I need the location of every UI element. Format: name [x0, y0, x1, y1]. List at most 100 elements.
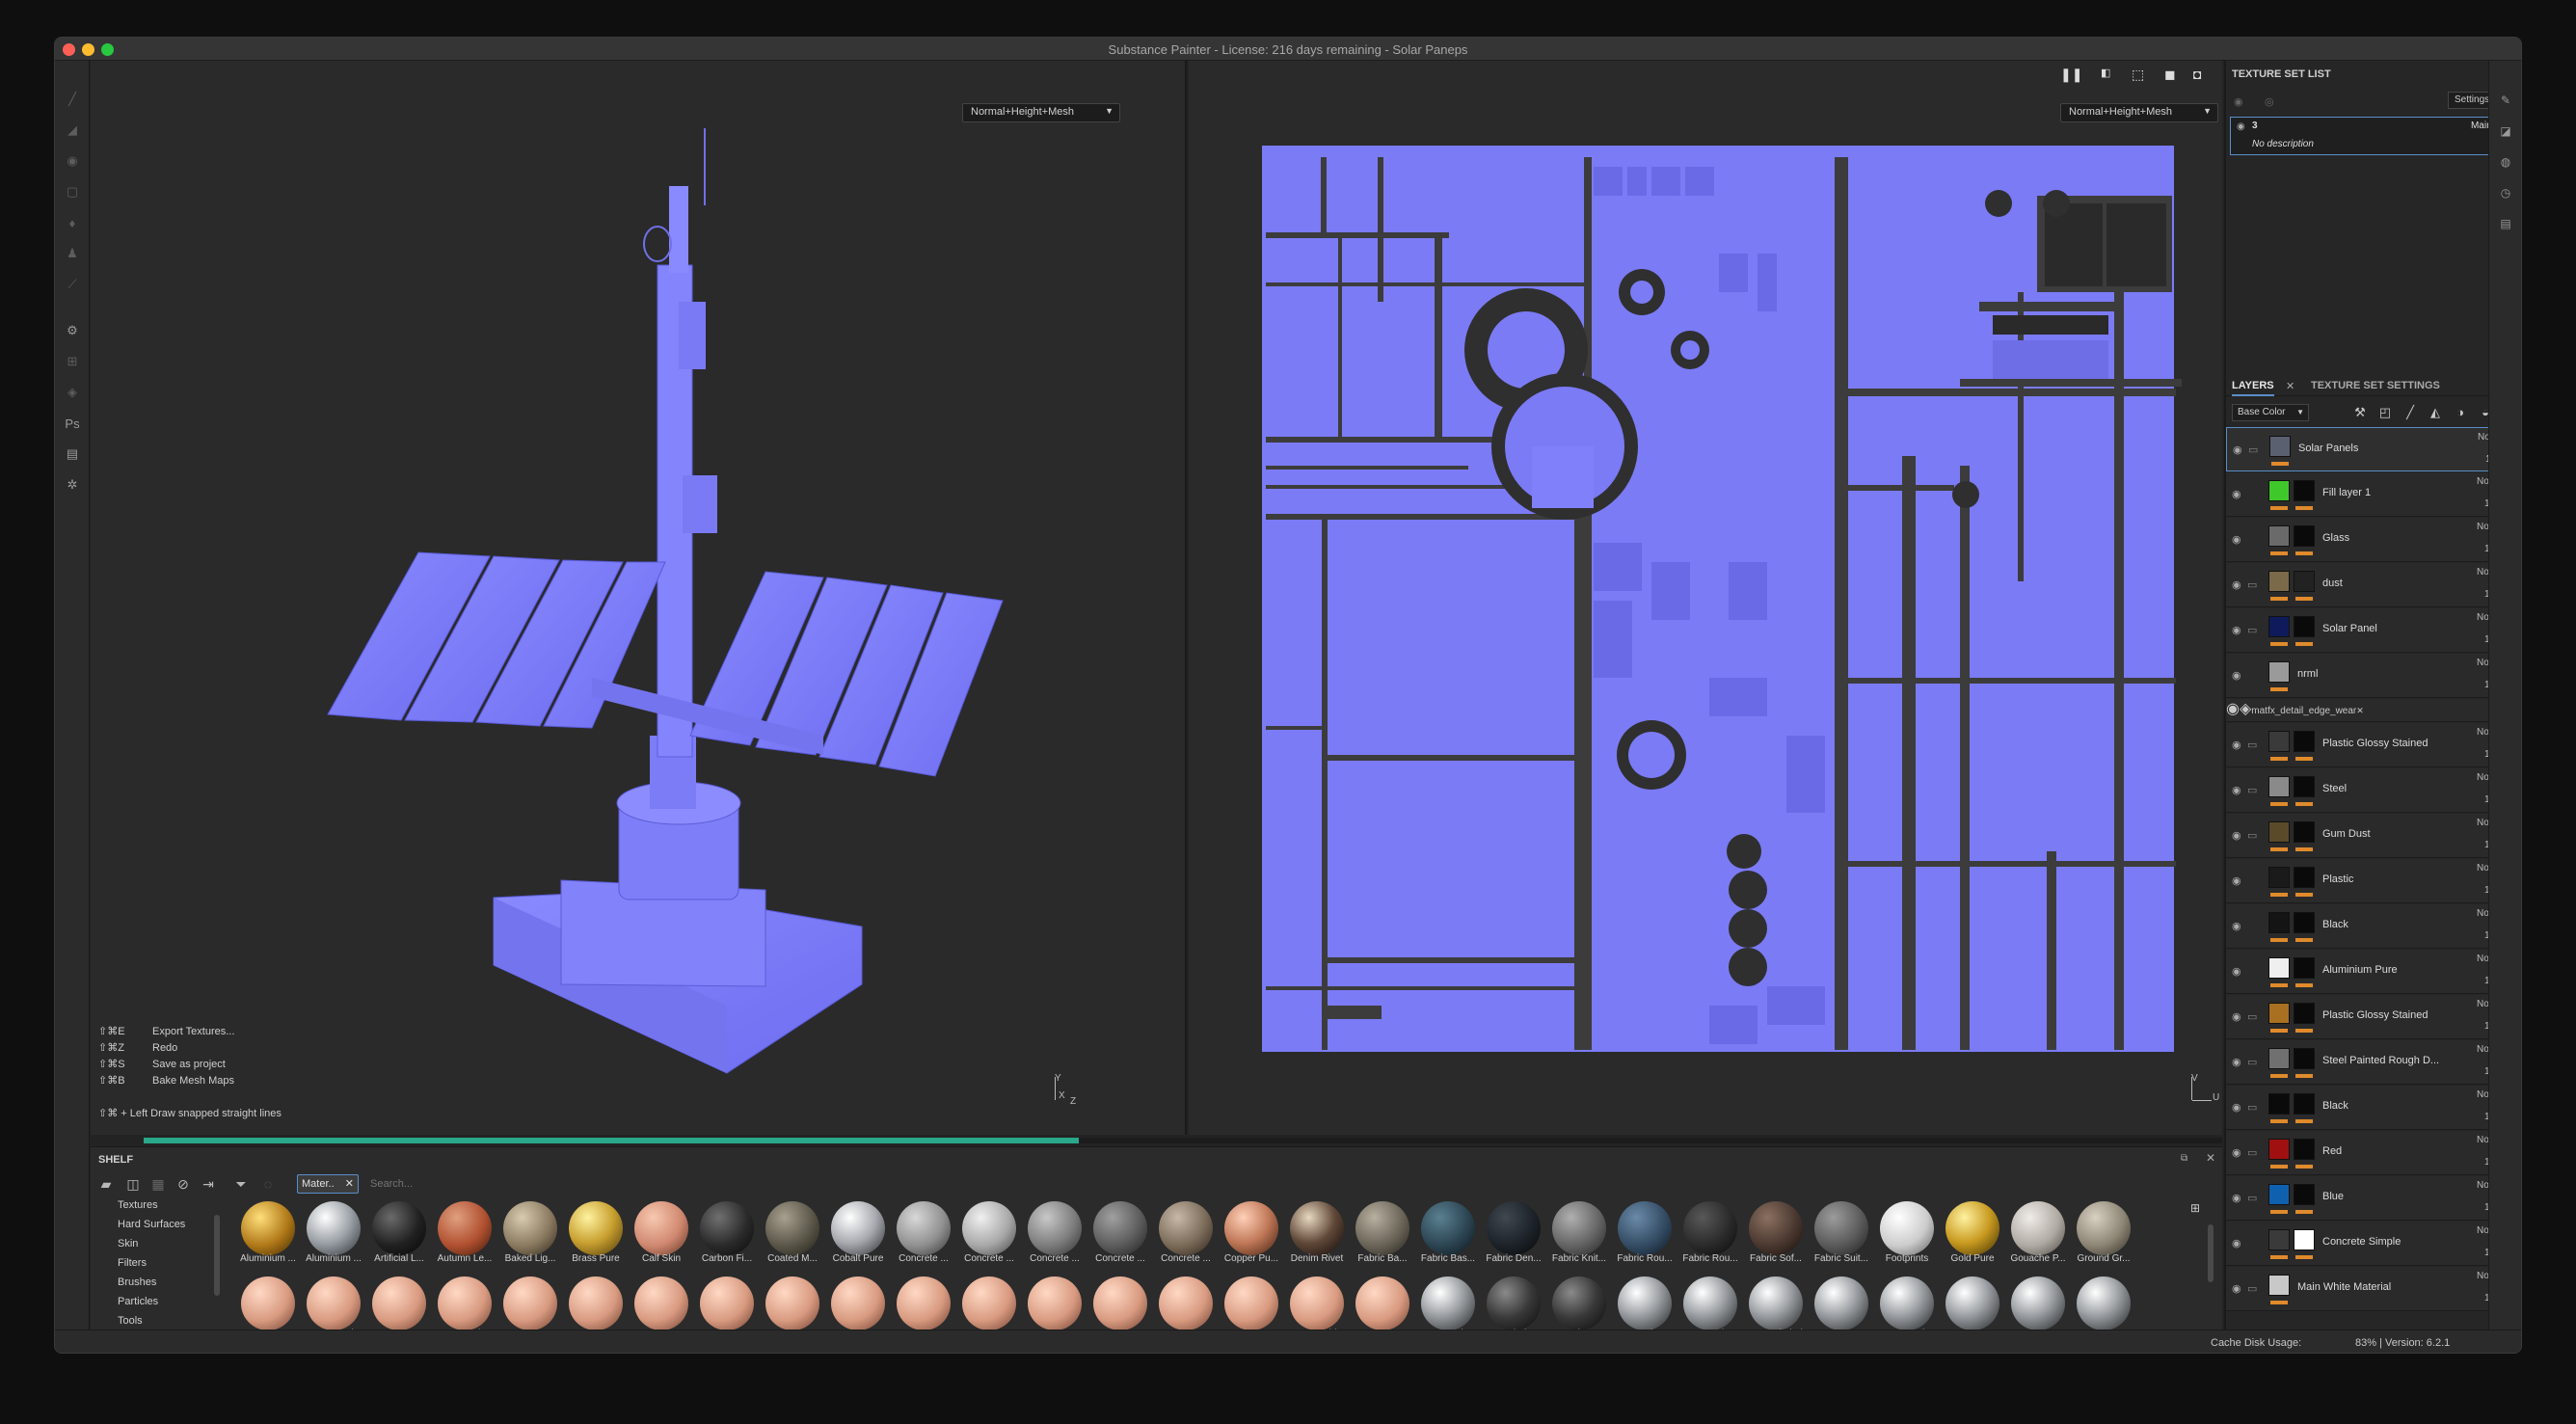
delete-icon[interactable]: 🗑 [2521, 404, 2522, 421]
float-panel-icon[interactable]: ⧉ [2181, 1153, 2187, 1164]
shelf-search-input[interactable] [364, 1174, 2196, 1194]
texture-set-item[interactable]: ◉ 3 Main shader No description [2230, 117, 2521, 155]
layer-row[interactable]: ◉▭BlueNorm▼100▼ [2226, 1176, 2521, 1221]
viewport-2d[interactable]: ❚❚ ◧ ⬚ ◼ ◘ Normal+Height+Mesh ▼ V U [1189, 61, 2222, 1135]
clone-icon[interactable]: ♟ [63, 244, 82, 263]
material-picker-icon[interactable]: ◈ [63, 383, 82, 402]
tab-texture-set-settings[interactable]: TEXTURE SET SETTINGS [2311, 380, 2440, 391]
layer-row[interactable]: ◉Concrete SimpleNorm▼100▼ [2226, 1222, 2521, 1266]
photoshop-icon[interactable]: Ps [63, 414, 82, 433]
bake-settings-icon[interactable]: ⚙ [63, 321, 82, 340]
close-icon[interactable]: ✕ [2206, 1151, 2215, 1165]
material-tile[interactable]: Fabric Sof... [1743, 1201, 1809, 1265]
category-item[interactable]: Filters [94, 1255, 216, 1273]
material-tile[interactable]: Copper Pu... [1219, 1201, 1284, 1265]
category-item[interactable]: Skin [94, 1236, 216, 1253]
eye-icon[interactable]: ◉ [2232, 920, 2241, 932]
material-tile[interactable]: Concrete ... [1153, 1201, 1219, 1265]
add-fill-layer-icon[interactable]: ◭ [2427, 404, 2444, 421]
material-tile[interactable]: Concrete ... [1022, 1201, 1087, 1265]
folder-icon[interactable]: ▰ [96, 1174, 116, 1194]
material-tile[interactable]: Autumn Le... [432, 1201, 497, 1265]
display-settings-icon[interactable]: ◪ [2497, 122, 2514, 140]
material-tile[interactable]: Cobalt Pure [825, 1201, 891, 1265]
eye-icon[interactable]: ◉ [2232, 874, 2241, 887]
material-tile[interactable]: Footprints [1874, 1201, 1940, 1265]
globe-icon[interactable]: ◍ [2497, 153, 2514, 171]
visibility-icon[interactable]: ◉ [2234, 95, 2243, 108]
folder-icon[interactable]: ▭ [2247, 624, 2257, 636]
layer-row[interactable]: ◉▭Plastic Glossy StainedNorm▼100▼ [2226, 995, 2521, 1039]
viewport-3d[interactable]: Normal+Height+Mesh ▼ ⇧⌘E Export Textures… [91, 61, 1187, 1135]
eye-icon[interactable]: ◉ [2232, 624, 2241, 636]
folder-icon[interactable]: ▭ [2247, 1010, 2257, 1023]
gear-icon[interactable]: ✲ [63, 475, 82, 495]
eye-icon[interactable]: ◉ [2232, 965, 2241, 978]
add-effect-icon[interactable]: ⚒ [2351, 404, 2369, 421]
material-tile[interactable]: Artificial L... [366, 1201, 432, 1265]
picker-icon[interactable]: ⟋ [63, 275, 82, 294]
eye-icon[interactable]: ◉ [2232, 1237, 2241, 1249]
document-icon[interactable]: ▤ [63, 444, 82, 464]
history-icon[interactable]: ◷ [2497, 184, 2514, 202]
folder-icon[interactable]: ▭ [2247, 578, 2257, 591]
eraser-icon[interactable]: ◢ [63, 121, 82, 140]
category-item[interactable]: Particles [94, 1294, 216, 1311]
smudge-icon[interactable]: ♦ [63, 213, 82, 232]
layer-row[interactable]: ◉▭RedNorm▼100▼ [2226, 1131, 2521, 1175]
channel-select[interactable]: Base Color ▼ [2232, 404, 2309, 421]
category-scrollbar[interactable] [214, 1215, 220, 1296]
eye-icon[interactable]: ◉ [2232, 1282, 2241, 1295]
material-tile[interactable]: Ground Gr... [2071, 1201, 2136, 1265]
log-icon[interactable]: ▤ [2497, 215, 2514, 232]
tab-layers[interactable]: LAYERS [2232, 380, 2274, 396]
add-paint-layer-icon[interactable]: ╱ [2402, 404, 2419, 421]
material-tile[interactable]: Concrete ... [1087, 1201, 1153, 1265]
filter-tag[interactable]: Mater.. ✕ [297, 1174, 359, 1194]
eye-icon[interactable]: ◉ [2232, 1056, 2241, 1068]
eye-icon[interactable]: ◉ [2232, 829, 2241, 842]
layer-row[interactable]: ◉▭BlackNorm▼100▼ [2226, 1086, 2521, 1130]
add-mask-icon[interactable]: ◰ [2376, 404, 2394, 421]
layer-row[interactable]: ◉▭Steel Painted Rough D...Norm▼100▼ [2226, 1040, 2521, 1085]
solo-icon[interactable]: ◎ [2265, 95, 2274, 108]
polygon-fill-icon[interactable]: ⊞ [63, 352, 82, 371]
material-tile[interactable]: Concrete ... [891, 1201, 956, 1265]
material-tile[interactable]: Aluminium ... [235, 1201, 301, 1265]
layer-row[interactable]: ◉GlassNorm▼100▼ [2226, 518, 2521, 562]
eye-icon[interactable]: ◉ [2233, 443, 2242, 456]
close-icon[interactable]: ✕ [345, 1177, 354, 1190]
material-tile[interactable]: Fabric Ba... [1350, 1201, 1415, 1265]
folder-icon[interactable]: ▭ [2247, 1146, 2257, 1159]
eye-icon[interactable]: ◉ [2232, 488, 2241, 500]
category-item[interactable]: Tools [94, 1313, 216, 1330]
layer-row[interactable]: ◉PlasticNorm▼100▼ [2226, 859, 2521, 903]
add-smart-material-icon[interactable]: ◑ [2452, 404, 2469, 421]
eye-icon[interactable]: ◉ [2226, 701, 2240, 717]
layer-row[interactable]: ◉▭Plastic Glossy StainedNorm▼100▼ [2226, 723, 2521, 767]
layer-row[interactable]: ◉▭Solar PanelNorm▼100▼ [2226, 608, 2521, 653]
new-folder-icon[interactable]: ◫ [123, 1174, 143, 1194]
eye-icon[interactable]: ◉ [2232, 669, 2241, 682]
material-tile[interactable]: Carbon Fi... [694, 1201, 760, 1265]
eye-icon[interactable]: ◉ [2232, 1192, 2241, 1204]
eye-icon[interactable]: ◉ [2232, 739, 2241, 751]
geometry-mask-icon[interactable]: ▢ [63, 182, 82, 202]
layer-row[interactable]: ◉▭Solar PanelsNorm▼100▼ [2226, 427, 2521, 471]
refresh-icon[interactable]: ◌ [258, 1174, 278, 1194]
eye-icon[interactable]: ◉ [2232, 578, 2241, 591]
material-tile[interactable]: Gold Pure [1940, 1201, 2005, 1265]
eye-icon[interactable]: ◉ [2232, 533, 2241, 546]
layer-row[interactable]: ◉nrmlNorm▼100▼ [2226, 654, 2521, 698]
layer-row[interactable]: ◉▭Gum DustNorm▼100▼ [2226, 814, 2521, 858]
paint-brush-icon[interactable]: ╱ [63, 90, 82, 109]
effect-row[interactable]: ◉◈matfx_detail_edge_wear✕ [2226, 699, 2521, 722]
grid-view-icon[interactable]: ⊞ [2190, 1201, 2206, 1217]
layer-row[interactable]: ◉▭Main White MaterialNorm▼100▼ [2226, 1267, 2521, 1311]
library-icon[interactable]: ▦ [148, 1174, 168, 1194]
material-tile[interactable]: Gouache P... [2005, 1201, 2071, 1265]
layer-row[interactable]: ◉BlackNorm▼100▼ [2226, 904, 2521, 949]
close-icon[interactable]: ✕ [2356, 706, 2364, 715]
folder-icon[interactable]: ▭ [2247, 1282, 2257, 1295]
folder-icon[interactable]: ▭ [2247, 829, 2257, 842]
